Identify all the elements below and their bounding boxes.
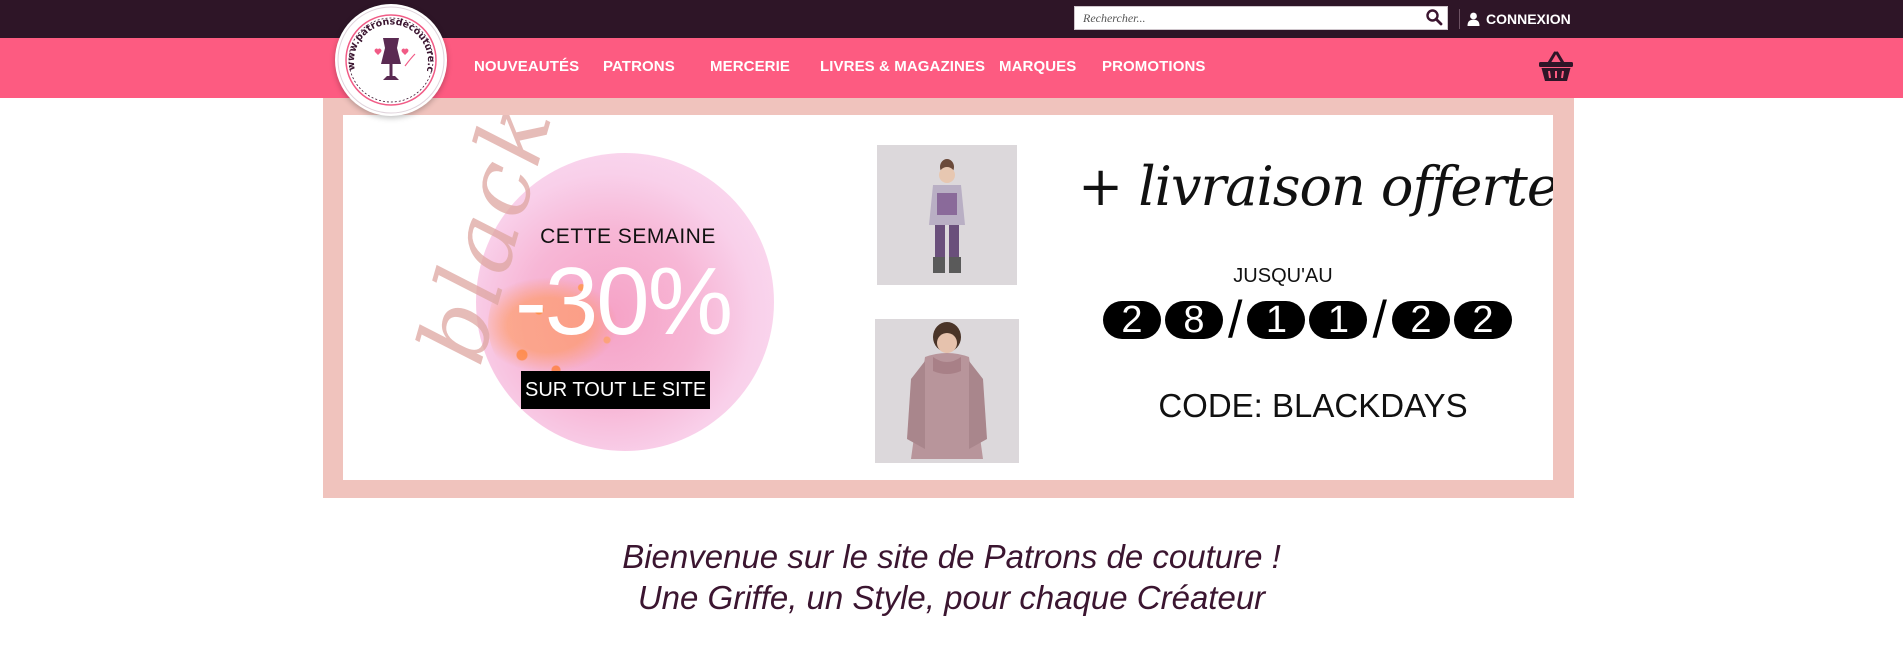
date-digit: 1	[1247, 301, 1306, 339]
nav-item-mercerie[interactable]: MERCERIE	[710, 58, 790, 75]
nav-item-livres-magazines[interactable]: LIVRES & MAGAZINES	[820, 58, 985, 75]
cart-button[interactable]	[1538, 51, 1574, 83]
promo-subtitle: CETTE SEMAINE	[540, 225, 716, 248]
main-nav: NOUVEAUTÉS PATRONS MERCERIE LIVRES & MAG…	[0, 38, 1903, 98]
nav-item-nouveautes[interactable]: NOUVEAUTÉS	[474, 58, 579, 75]
date-separator: /	[1372, 291, 1387, 349]
product-photo-girl[interactable]	[877, 145, 1017, 285]
top-bar: CONNEXION	[0, 0, 1903, 38]
nav-item-promotions[interactable]: PROMOTIONS	[1102, 58, 1206, 75]
free-shipping-text: + livraison offerte	[1078, 155, 1553, 218]
logo-badge: www.patronsdecouture.com	[330, 0, 445, 114]
search-icon	[1426, 9, 1443, 26]
discount-value: -30%	[514, 248, 733, 355]
sweater-model-image	[875, 319, 1019, 463]
countdown-date: 2 8 / 1 1 / 2 2	[1103, 291, 1512, 349]
user-icon	[1467, 12, 1480, 26]
welcome-message: Bienvenue sur le site de Patrons de cout…	[0, 536, 1903, 618]
girl-figure-image	[877, 145, 1017, 285]
login-label: CONNEXION	[1486, 11, 1571, 27]
basket-icon	[1539, 51, 1573, 81]
nav-item-marques[interactable]: MARQUES	[999, 58, 1076, 75]
search-box[interactable]	[1074, 6, 1448, 30]
search-button[interactable]	[1423, 8, 1445, 28]
date-digit: 2	[1453, 301, 1512, 339]
date-digit: 2	[1103, 301, 1161, 339]
promo-code: CODE: BLACKDAYS	[1158, 387, 1468, 424]
site-logo[interactable]: www.patronsdecouture.com	[330, 0, 447, 116]
product-photo-sweater[interactable]	[875, 319, 1019, 463]
welcome-line-1: Bienvenue sur le site de Patrons de cout…	[622, 538, 1281, 575]
date-digit: 1	[1309, 301, 1368, 339]
date-digit: 8	[1165, 301, 1223, 339]
promo-scope: SUR TOUT LE SITE	[521, 371, 711, 409]
welcome-line-2: Une Griffe, un Style, pour chaque Créate…	[637, 579, 1266, 616]
until-label: JUSQU'AU	[1233, 265, 1333, 287]
top-divider	[1459, 9, 1460, 29]
promo-banner-inner: blackdays CETTE SEMAINE -30% SUR TOUT LE…	[343, 115, 1553, 480]
nav-item-patrons[interactable]: PATRONS	[603, 58, 675, 75]
date-digit: 2	[1391, 301, 1450, 339]
promo-banner[interactable]: blackdays CETTE SEMAINE -30% SUR TOUT LE…	[323, 98, 1574, 498]
login-link[interactable]: CONNEXION	[1467, 9, 1571, 29]
date-separator: /	[1228, 291, 1243, 349]
search-input[interactable]	[1075, 7, 1415, 29]
